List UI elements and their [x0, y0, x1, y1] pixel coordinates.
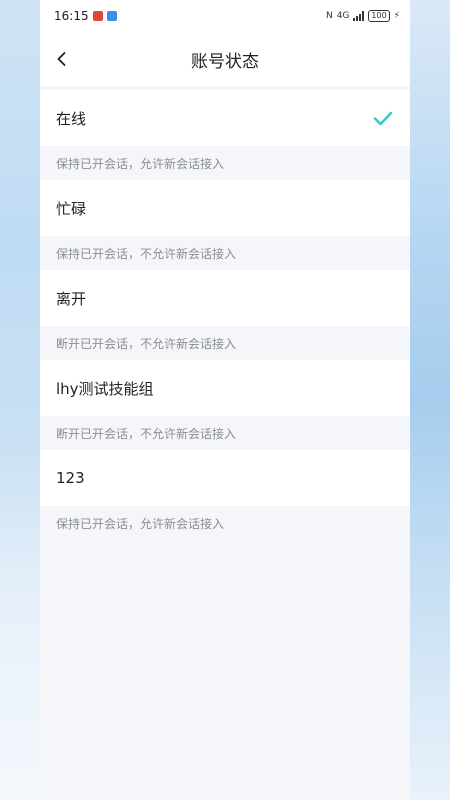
status-description: 断开已开会话，不允许新会话接入: [56, 336, 237, 351]
status-time: 16:15: [54, 9, 89, 23]
signal-icon: [353, 11, 365, 21]
page-title: 账号状态: [191, 51, 259, 72]
status-description: 保持已开会话，允许新会话接入: [56, 516, 225, 531]
status-list: 在线 保持已开会话，允许新会话接入 忙碌 保持已开会话，不允许新会话接入 离开 …: [40, 90, 410, 540]
status-description: 保持已开会话，允许新会话接入: [56, 156, 225, 171]
status-description: 保持已开会话，不允许新会话接入: [56, 246, 237, 261]
status-label: 123: [56, 469, 85, 487]
charging-icon: ⚡: [393, 11, 400, 21]
status-option-lhy-test-group[interactable]: lhy测试技能组: [40, 360, 410, 416]
status-option-busy[interactable]: 忙碌: [40, 180, 410, 236]
status-label: lhy测试技能组: [56, 379, 154, 398]
status-bar: 16:15 N 4G 100 ⚡: [40, 0, 410, 32]
notification-chat-icon: [106, 11, 117, 21]
status-label: 忙碌: [56, 199, 87, 218]
network-type: 4G: [336, 11, 350, 21]
app-screen: 16:15 N 4G 100 ⚡ 账号状态 在线 保持已开会话，允许新会话接入: [40, 0, 410, 800]
status-option-away[interactable]: 离开: [40, 270, 410, 326]
status-description: 断开已开会话，不允许新会话接入: [56, 426, 237, 441]
wallpaper-left: [0, 0, 40, 800]
status-label: 离开: [56, 289, 87, 308]
checkmark-icon: [373, 111, 393, 126]
battery-icon: 100: [368, 10, 390, 22]
nfc-icon: N: [325, 11, 333, 21]
notification-app-icon: [92, 11, 103, 21]
battery-level: 100: [371, 11, 387, 20]
status-option-123[interactable]: 123: [40, 450, 410, 506]
wallpaper-right: [410, 0, 450, 800]
status-option-online[interactable]: 在线: [40, 90, 410, 146]
chevron-left-icon[interactable]: [52, 49, 72, 69]
status-label: 在线: [56, 109, 87, 128]
nav-header: 账号状态: [40, 32, 410, 86]
